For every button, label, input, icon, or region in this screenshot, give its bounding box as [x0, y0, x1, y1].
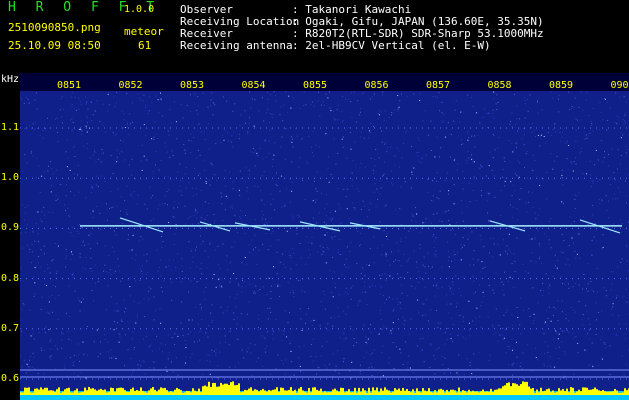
x-tick-label: 0857: [426, 80, 451, 91]
x-tick-label: 0856: [364, 80, 389, 91]
spectrogram: [20, 73, 629, 400]
x-tick-label: 0859: [549, 80, 574, 91]
y-unit-label: kHz: [1, 74, 20, 85]
x-tick-label: 0852: [118, 80, 143, 91]
x-tick-label: 0858: [487, 80, 512, 91]
y-tick-label: 1.0: [1, 172, 20, 184]
spectrogram-canvas: [20, 73, 629, 400]
meteor-label: meteor: [124, 25, 164, 38]
x-tick-label: 0853: [180, 80, 205, 91]
antenna-value: : 2el-HB9CV Vertical (el. E-W): [292, 39, 491, 52]
app-version: 1.0.0: [124, 4, 155, 15]
x-tick-label: 0854: [241, 80, 266, 91]
meteor-count: 61: [138, 39, 152, 52]
x-tick-label: 0855: [303, 80, 328, 91]
y-tick-label: 0.8: [1, 272, 20, 284]
noise-speckle: [20, 91, 629, 379]
y-tick-label: 0.6: [1, 373, 20, 384]
meteor-echo: [119, 217, 164, 233]
level-peaks: [20, 381, 629, 395]
datetime: 25.10.09 08:50: [8, 39, 101, 52]
header-panel: H R O F F T 1.0.0 2510090850.png 25.10.0…: [0, 0, 629, 73]
y-tick-label: 0.9: [1, 222, 20, 234]
filename: 2510090850.png: [8, 21, 101, 34]
y-tick-label: 1.1: [1, 122, 20, 133]
x-tick-label: 0900: [610, 80, 629, 91]
y-tick-label: 0.7: [1, 322, 20, 334]
antenna-label: Receiving antenna: [180, 39, 293, 52]
x-tick-label: 0851: [57, 80, 82, 91]
